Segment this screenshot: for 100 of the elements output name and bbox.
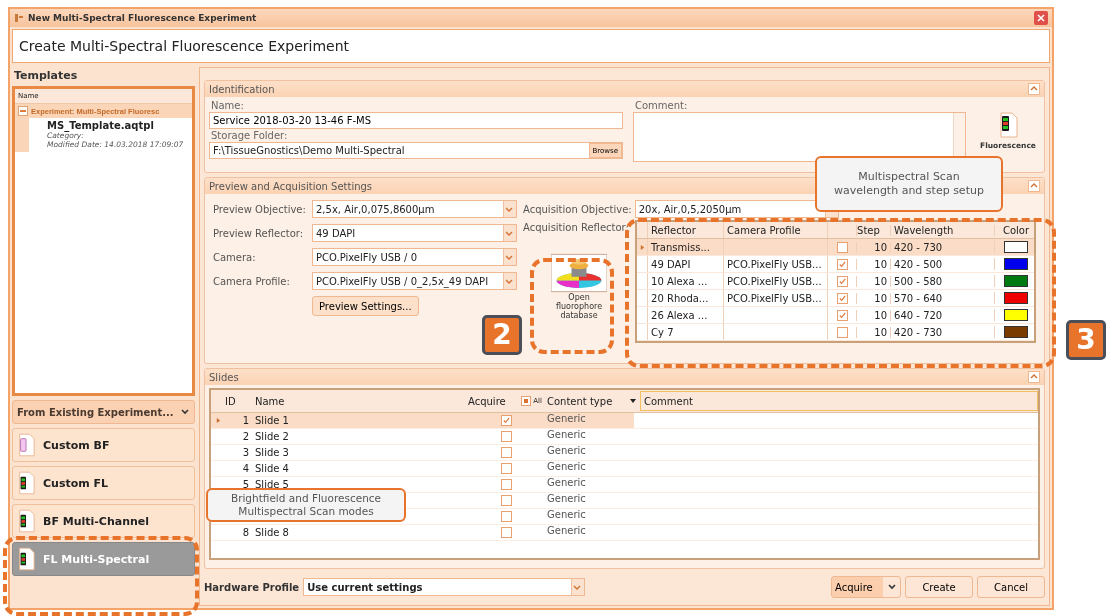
fluorescence-document-icon <box>17 546 35 572</box>
fluorophore-database-button[interactable]: Open fluorophore database <box>548 251 611 323</box>
table-cell[interactable]: Generic <box>544 477 640 492</box>
table-cell: 640 - 720 <box>890 309 995 321</box>
table-cell: 10 <box>856 258 891 270</box>
step-number-badge: 3 <box>1066 320 1106 360</box>
table-cell: 5 <box>242 479 249 490</box>
table-cell: 420 - 500 <box>890 258 995 270</box>
checkbox[interactable] <box>836 292 848 304</box>
table-row[interactable]: Transmiss... 10 420 - 730 <box>637 239 1034 256</box>
templates-heading: Templates <box>13 68 79 82</box>
color-swatch[interactable] <box>1004 241 1029 253</box>
color-swatch[interactable] <box>1004 309 1029 321</box>
mode-button[interactable]: Custom BF <box>12 428 195 462</box>
color-swatch[interactable] <box>1004 292 1029 304</box>
template-source-dropdown[interactable]: From Existing Experiment... <box>12 400 195 424</box>
section-title: Preview and Acquisition Settings <box>209 180 373 192</box>
field-label: Storage Folder: <box>211 130 289 141</box>
dropdown-field[interactable]: 2,5x, Air,0,075,8600µm <box>312 200 517 218</box>
table-row[interactable]: Cy 7 10 420 - 730 <box>637 324 1034 341</box>
table-cell[interactable]: Generic <box>544 525 640 540</box>
cancel-button[interactable]: Cancel <box>977 576 1045 598</box>
mode-button[interactable]: Custom FL <box>12 466 195 500</box>
table-cell: Slide 2 <box>255 431 289 442</box>
field-label: Camera Profile: <box>213 275 291 287</box>
app-icon <box>14 13 24 23</box>
dropdown-field[interactable]: 20x, Air,0,5,2050µm <box>634 200 839 218</box>
table-cell[interactable]: Generic <box>544 461 640 476</box>
color-swatch[interactable] <box>1004 275 1029 287</box>
hardware-profile-dropdown[interactable]: Use current settings <box>303 578 586 596</box>
column-header: Comment <box>640 391 1038 411</box>
table-row[interactable]: 49 DAPI PCO.PixelFly USB... 10 420 - 500 <box>637 256 1034 273</box>
color-swatch[interactable] <box>1004 326 1029 338</box>
table-cell-text: 20 Rhoda... <box>650 292 710 304</box>
acquire-dropdown-button[interactable]: Acquire <box>831 576 901 598</box>
table-cell[interactable]: Generic <box>544 413 640 428</box>
table-row[interactable]: 10 Alexa ... PCO.PixelFly USB... 10 500 - 580 <box>637 273 1034 290</box>
table-cell[interactable]: Generic <box>544 509 640 524</box>
column-header: Name <box>254 395 286 407</box>
fluorescence-document-icon <box>998 111 1018 138</box>
collapse-button[interactable] <box>1028 180 1040 192</box>
close-button[interactable] <box>1034 11 1048 25</box>
checkbox[interactable] <box>500 431 512 442</box>
name-field[interactable]: Service 2018-03-20 13-46 F-MS <box>209 112 623 129</box>
checkbox[interactable] <box>500 511 512 522</box>
column-header: Acquire <box>468 395 506 407</box>
table-cell: 2 <box>242 431 249 442</box>
checkbox[interactable] <box>836 275 848 287</box>
brightfield-document-icon <box>17 432 35 458</box>
checkbox[interactable] <box>836 241 848 253</box>
checkbox[interactable] <box>500 415 512 426</box>
field-label: Preview Objective: <box>213 203 307 215</box>
checkbox[interactable] <box>836 309 848 321</box>
checkbox[interactable] <box>500 463 512 474</box>
collapse-button[interactable] <box>1028 371 1040 383</box>
checkbox[interactable] <box>500 527 512 538</box>
fluorescence-document-icon <box>17 470 35 496</box>
comment-field[interactable] <box>633 112 966 162</box>
table-row[interactable]: 20 Rhoda... PCO.PixelFly USB... 10 570 - 640 <box>637 290 1034 307</box>
annotation-tooltip: Brightfield and Fluorescence Multispectral Scan modes <box>206 488 406 522</box>
table-cell: 570 - 640 <box>890 292 995 304</box>
checkbox[interactable] <box>836 258 848 270</box>
color-swatch[interactable] <box>1004 258 1029 270</box>
collapse-button[interactable] <box>1028 83 1040 95</box>
checkbox[interactable] <box>500 495 512 506</box>
field-label: Preview Reflector: <box>213 227 305 239</box>
window-title: New Multi-Spectral Fluorescence Experiment <box>28 13 258 23</box>
table-cell: 4 <box>242 463 249 474</box>
checkbox[interactable] <box>836 326 848 338</box>
dropdown-field[interactable]: PCO.PixelFly USB / 0 <box>312 248 517 266</box>
table-cell: Slide 4 <box>255 463 289 474</box>
dropdown-field[interactable]: PCO.PixelFly USB / 0_2,5x_49 DAPI <box>312 272 517 290</box>
dropdown-field[interactable]: 49 DAPI <box>312 224 517 242</box>
create-button[interactable]: Create <box>905 576 973 598</box>
table-cell: 10 <box>856 275 891 287</box>
field-label: Hardware Profile <box>204 581 300 593</box>
close-icon <box>1036 13 1046 23</box>
section-title: Identification <box>209 83 275 95</box>
checkbox[interactable] <box>500 447 512 458</box>
table-cell: 10 <box>856 309 891 321</box>
table-cell[interactable]: Generic <box>544 493 640 508</box>
fluorescence-document-icon <box>17 508 35 534</box>
filter-icon[interactable] <box>629 397 637 405</box>
table-cell[interactable]: Generic <box>544 445 640 460</box>
column-header: ID <box>225 395 237 407</box>
preview-settings-button[interactable]: Preview Settings... <box>312 296 419 316</box>
table-cell[interactable]: Generic <box>544 429 640 444</box>
checkbox[interactable] <box>500 479 512 490</box>
row-pointer-icon <box>639 243 645 251</box>
annotation-tooltip: Multispectral Scan wavelength and step setup <box>815 156 1003 212</box>
field-label: Acquisition Reflector: <box>523 222 630 233</box>
chevron-icon <box>887 582 897 592</box>
table-cell: 420 - 730 <box>890 326 995 338</box>
table-row[interactable]: 26 Alexa ... 10 640 - 720 <box>637 307 1034 324</box>
mode-button[interactable]: BF Multi-Channel <box>12 504 195 538</box>
collapse-toggle[interactable] <box>18 106 28 116</box>
table-cell: PCO.PixelFly USB... <box>727 292 822 304</box>
column-header: Color <box>994 224 1034 236</box>
select-all-checkbox[interactable] <box>521 396 532 406</box>
table-cell-text: Cy 7 <box>650 326 675 338</box>
